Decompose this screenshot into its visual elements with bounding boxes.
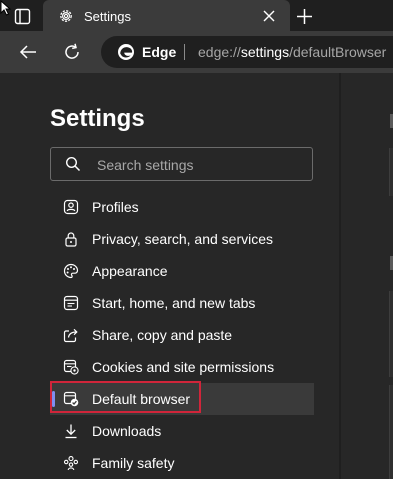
search-icon <box>65 156 81 172</box>
url-path-strong: settings <box>240 44 290 60</box>
sidebar-item-label: Downloads <box>92 423 162 439</box>
settings-card-fragment <box>389 148 393 196</box>
default-browser-icon <box>63 391 79 407</box>
sidebar-item-label: Share, copy and paste <box>92 327 233 343</box>
sidebar-item-privacy[interactable]: Privacy, search, and services <box>50 223 314 255</box>
download-icon <box>65 424 77 439</box>
sidebar-item-cookies[interactable]: Cookies and site permissions <box>50 351 314 383</box>
page-title: Settings <box>50 105 145 132</box>
url-prefix: edge:// <box>198 44 241 60</box>
sidebar-item-default-browser[interactable]: Default browser <box>50 383 314 415</box>
back-arrow-icon[interactable] <box>18 42 38 62</box>
mouse-cursor-icon <box>0 0 12 16</box>
profile-icon <box>63 199 79 215</box>
edge-brand-label: Edge <box>142 44 177 60</box>
sidebar-item-profiles[interactable]: Profiles <box>50 191 314 223</box>
toolbar: Edge edge://settings/defaultBrowser <box>0 31 393 73</box>
tab-strip: Settings <box>0 0 393 31</box>
address-bar[interactable]: Edge edge://settings/defaultBrowser <box>101 36 393 68</box>
power-icon <box>63 295 79 311</box>
edge-logo-icon <box>118 44 134 60</box>
tab-title: Settings <box>84 9 131 24</box>
sidebar-item-appearance[interactable]: Appearance <box>50 255 314 287</box>
sidebar-item-label: Profiles <box>92 199 139 215</box>
settings-card-fragment <box>389 385 393 479</box>
selected-indicator <box>52 391 55 407</box>
tab-actions-icon[interactable] <box>14 8 31 25</box>
address-divider <box>184 44 185 60</box>
active-tab[interactable]: Settings <box>43 0 290 31</box>
close-icon[interactable] <box>262 9 276 23</box>
sidebar-item-label: Appearance <box>92 263 168 279</box>
search-box[interactable] <box>50 147 313 182</box>
new-tab-icon[interactable] <box>295 7 314 26</box>
lock-icon <box>65 232 77 247</box>
palette-icon <box>63 263 79 279</box>
url-text: edge://settings/defaultBrowser <box>198 44 386 60</box>
family-icon <box>63 456 79 471</box>
search-input[interactable] <box>95 148 309 182</box>
settings-sidebar: Settings Profiles Privacy, search, and s… <box>0 73 339 479</box>
sidebar-item-family-safety[interactable]: Family safety <box>50 447 314 479</box>
sidebar-item-label: Default browser <box>92 391 191 407</box>
cookies-icon <box>63 359 79 375</box>
gear-icon <box>60 10 72 22</box>
refresh-icon[interactable] <box>62 42 82 62</box>
sidebar-item-downloads[interactable]: Downloads <box>50 415 314 447</box>
sidebar-item-label: Family safety <box>92 455 175 471</box>
sidebar-item-label: Cookies and site permissions <box>92 359 275 375</box>
sidebar-item-start-home[interactable]: Start, home, and new tabs <box>50 287 314 319</box>
share-icon <box>63 328 78 343</box>
settings-card-fragment <box>389 291 393 377</box>
main-content <box>341 73 393 479</box>
url-path-suffix: /defaultBrowser <box>289 44 387 60</box>
sidebar-item-share[interactable]: Share, copy and paste <box>50 319 314 351</box>
sidebar-item-label: Start, home, and new tabs <box>92 295 256 311</box>
sidebar-item-label: Privacy, search, and services <box>92 231 274 247</box>
